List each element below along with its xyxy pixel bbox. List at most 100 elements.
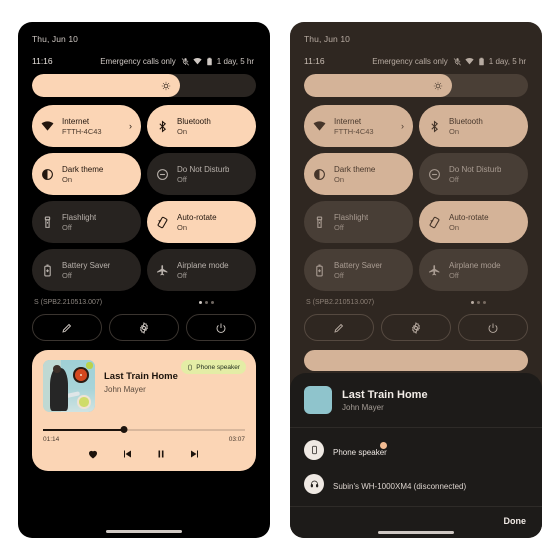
- tile-airplane-mode[interactable]: Airplane mode Off: [419, 249, 528, 291]
- page-dot[interactable]: [205, 301, 208, 304]
- output-chip-label: Phone speaker: [196, 363, 240, 371]
- progress-thumb[interactable]: [120, 426, 128, 433]
- tile-state: On: [449, 126, 460, 136]
- page-dot[interactable]: [483, 301, 486, 304]
- tile-state: On: [177, 222, 188, 232]
- quick-settings-screen: Thu, Jun 10 11:16 Emergency calls only 1…: [18, 22, 270, 538]
- tile-label: Battery Saver: [62, 260, 111, 270]
- page-dot[interactable]: [199, 301, 202, 304]
- quick-settings-tiles: Internet FTTH-4C43 › Bluetooth On Dark the…: [18, 97, 270, 291]
- gesture-nav-bar[interactable]: [18, 530, 270, 533]
- page-dot[interactable]: [471, 301, 474, 304]
- brightness-row: [290, 66, 542, 97]
- tile-do-not-disturb[interactable]: Do Not Disturb Off: [147, 153, 256, 195]
- phone-right: Thu, Jun 10 11:16 Emergency calls only 1…: [290, 22, 542, 538]
- tile-auto-rotate[interactable]: Auto-rotate On: [419, 201, 528, 243]
- phone-left: Thu, Jun 10 11:16 Emergency calls only 1…: [18, 22, 270, 538]
- tile-label: Do Not Disturb: [449, 164, 502, 174]
- brightness-fill: [304, 74, 452, 97]
- wifi-icon: [193, 57, 202, 66]
- tile-label: Battery Saver: [334, 260, 383, 270]
- page-dot[interactable]: [211, 301, 214, 304]
- flashlight-icon: [313, 216, 326, 229]
- device-item-headphones[interactable]: Subin's WH-1000XM4 (disconnected): [304, 474, 528, 494]
- tile-label: Do Not Disturb: [177, 164, 230, 174]
- flashlight-icon: [41, 216, 54, 229]
- tile-flashlight[interactable]: Flashlight Off: [32, 201, 141, 243]
- tile-airplane-mode[interactable]: Airplane mode Off: [147, 249, 256, 291]
- media-player[interactable]: [304, 350, 528, 371]
- battery-time-label: 1 day, 5 hr: [488, 56, 526, 66]
- elapsed-time: 01:14: [43, 436, 60, 443]
- quick-settings-tiles: Internet FTTH-4C43 › Bluetooth On Dark the…: [290, 97, 542, 291]
- edit-tiles-button[interactable]: [304, 314, 374, 341]
- media-player[interactable]: Phone speaker Last Train Home John Mayer: [32, 350, 256, 471]
- tile-battery-saver[interactable]: Battery Saver Off: [304, 249, 413, 291]
- previous-button[interactable]: [121, 448, 133, 460]
- vibrate-off-icon: [453, 57, 462, 66]
- tile-dark-theme[interactable]: Dark theme On: [304, 153, 413, 195]
- tile-dark-theme[interactable]: Dark theme On: [32, 153, 141, 195]
- tile-flashlight[interactable]: Flashlight Off: [304, 201, 413, 243]
- status-clock: 11:16: [32, 56, 53, 66]
- media-text: Last Train Home John Mayer: [104, 360, 178, 394]
- tile-bluetooth[interactable]: Bluetooth On: [147, 105, 256, 147]
- tile-label: Internet: [62, 116, 90, 126]
- device-item-phone-speaker[interactable]: Phone speaker: [304, 440, 528, 460]
- carrier-label: Emergency calls only: [100, 56, 176, 66]
- page-indicator[interactable]: [471, 301, 486, 304]
- dialog-media-text: Last Train Home John Mayer: [342, 389, 428, 412]
- page-indicator[interactable]: [199, 301, 214, 304]
- device-name: Phone speaker: [333, 448, 387, 457]
- brightness-slider[interactable]: [32, 74, 256, 97]
- output-switcher-chip[interactable]: Phone speaker: [181, 360, 246, 374]
- headphones-icon: [304, 474, 324, 494]
- settings-button[interactable]: [381, 314, 451, 341]
- brightness-icon: [433, 81, 443, 91]
- volume-thumb[interactable]: [379, 442, 387, 449]
- chevron-right-icon[interactable]: ›: [401, 121, 404, 131]
- status-bar: 11:16 Emergency calls only 1 day, 5 hr: [290, 44, 542, 66]
- build-row: S (SPB2.210513.007): [290, 291, 542, 306]
- gesture-nav-bar[interactable]: [290, 531, 542, 534]
- auto-rotate-icon: [428, 216, 441, 229]
- pause-button[interactable]: [155, 448, 167, 460]
- tile-bluetooth[interactable]: Bluetooth On: [419, 105, 528, 147]
- tile-label: Auto-rotate: [449, 212, 489, 222]
- tile-state: Off: [449, 270, 459, 280]
- dark-theme-icon: [313, 168, 326, 181]
- tile-state: On: [62, 174, 73, 184]
- tile-internet[interactable]: Internet FTTH-4C43 ›: [32, 105, 141, 147]
- tile-state: FTTH-4C43: [334, 126, 374, 136]
- tile-state: On: [334, 174, 345, 184]
- tile-state: On: [449, 222, 460, 232]
- tile-label: Flashlight: [334, 212, 369, 222]
- power-button[interactable]: [186, 314, 256, 341]
- output-switcher-dialog: Last Train Home John Mayer Phone speaker: [290, 373, 542, 538]
- done-button[interactable]: Done: [504, 516, 527, 526]
- tile-do-not-disturb[interactable]: Do Not Disturb Off: [419, 153, 528, 195]
- media-progress-slider[interactable]: [43, 426, 245, 434]
- tile-battery-saver[interactable]: Battery Saver Off: [32, 249, 141, 291]
- tile-auto-rotate[interactable]: Auto-rotate On: [147, 201, 256, 243]
- tile-internet[interactable]: Internet FTTH-4C43 ›: [304, 105, 413, 147]
- build-label: S (SPB2.210513.007): [34, 299, 103, 306]
- tile-state: On: [177, 126, 188, 136]
- page-dot[interactable]: [477, 301, 480, 304]
- brightness-slider[interactable]: [304, 74, 528, 97]
- tile-label: Flashlight: [62, 212, 97, 222]
- screenshot-stage: Thu, Jun 10 11:16 Emergency calls only 1…: [0, 0, 560, 560]
- power-button[interactable]: [458, 314, 528, 341]
- brightness-fill: [32, 74, 180, 97]
- tile-label: Bluetooth: [177, 116, 211, 126]
- chevron-right-icon[interactable]: ›: [129, 121, 132, 131]
- edit-tiles-button[interactable]: [32, 314, 102, 341]
- tile-state: Off: [177, 270, 187, 280]
- media-title: Last Train Home: [104, 371, 178, 382]
- build-label: S (SPB2.210513.007): [306, 299, 375, 306]
- next-button[interactable]: [189, 448, 201, 460]
- tile-state: Off: [62, 222, 72, 232]
- favorite-button[interactable]: [87, 448, 99, 460]
- settings-button[interactable]: [109, 314, 179, 341]
- tile-label: Internet: [334, 116, 362, 126]
